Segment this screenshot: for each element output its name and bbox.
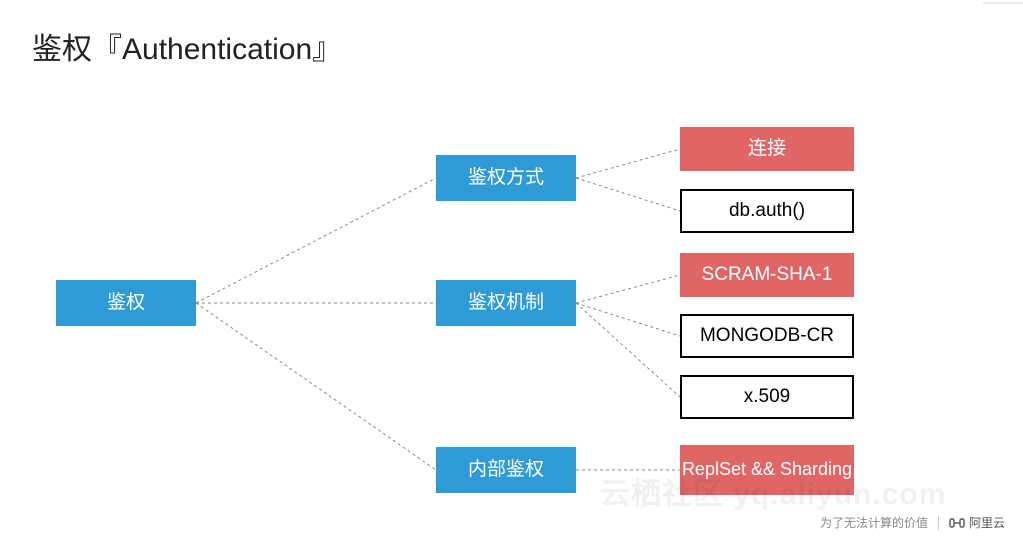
node-root-auth: 鉴权 (56, 280, 196, 326)
node-leaf-connect: 连接 (680, 127, 854, 171)
node-leaf-scram: SCRAM-SHA-1 (680, 253, 854, 297)
footer: 为了无法计算的价值 阿里云 (820, 514, 1005, 531)
page-title: 鉴权『Authentication』 (32, 24, 342, 68)
watermark: 云栖社区 yq.aliyun.com (600, 469, 946, 513)
node-leaf-x509: x.509 (680, 375, 854, 419)
footer-divider (938, 516, 939, 530)
node-leaf-dbauth: db.auth() (680, 189, 854, 233)
node-branch-mechanism: 鉴权机制 (436, 280, 576, 326)
footer-brand-text: 阿里云 (969, 514, 1005, 531)
node-leaf-mongodbcr: MONGODB-CR (680, 314, 854, 358)
node-branch-method: 鉴权方式 (436, 155, 576, 201)
decorative-rule (983, 2, 1023, 4)
footer-brand: 阿里云 (949, 514, 1005, 531)
node-branch-internal: 内部鉴权 (436, 447, 576, 493)
brand-icon (949, 516, 965, 530)
footer-slogan: 为了无法计算的价值 (820, 514, 928, 531)
